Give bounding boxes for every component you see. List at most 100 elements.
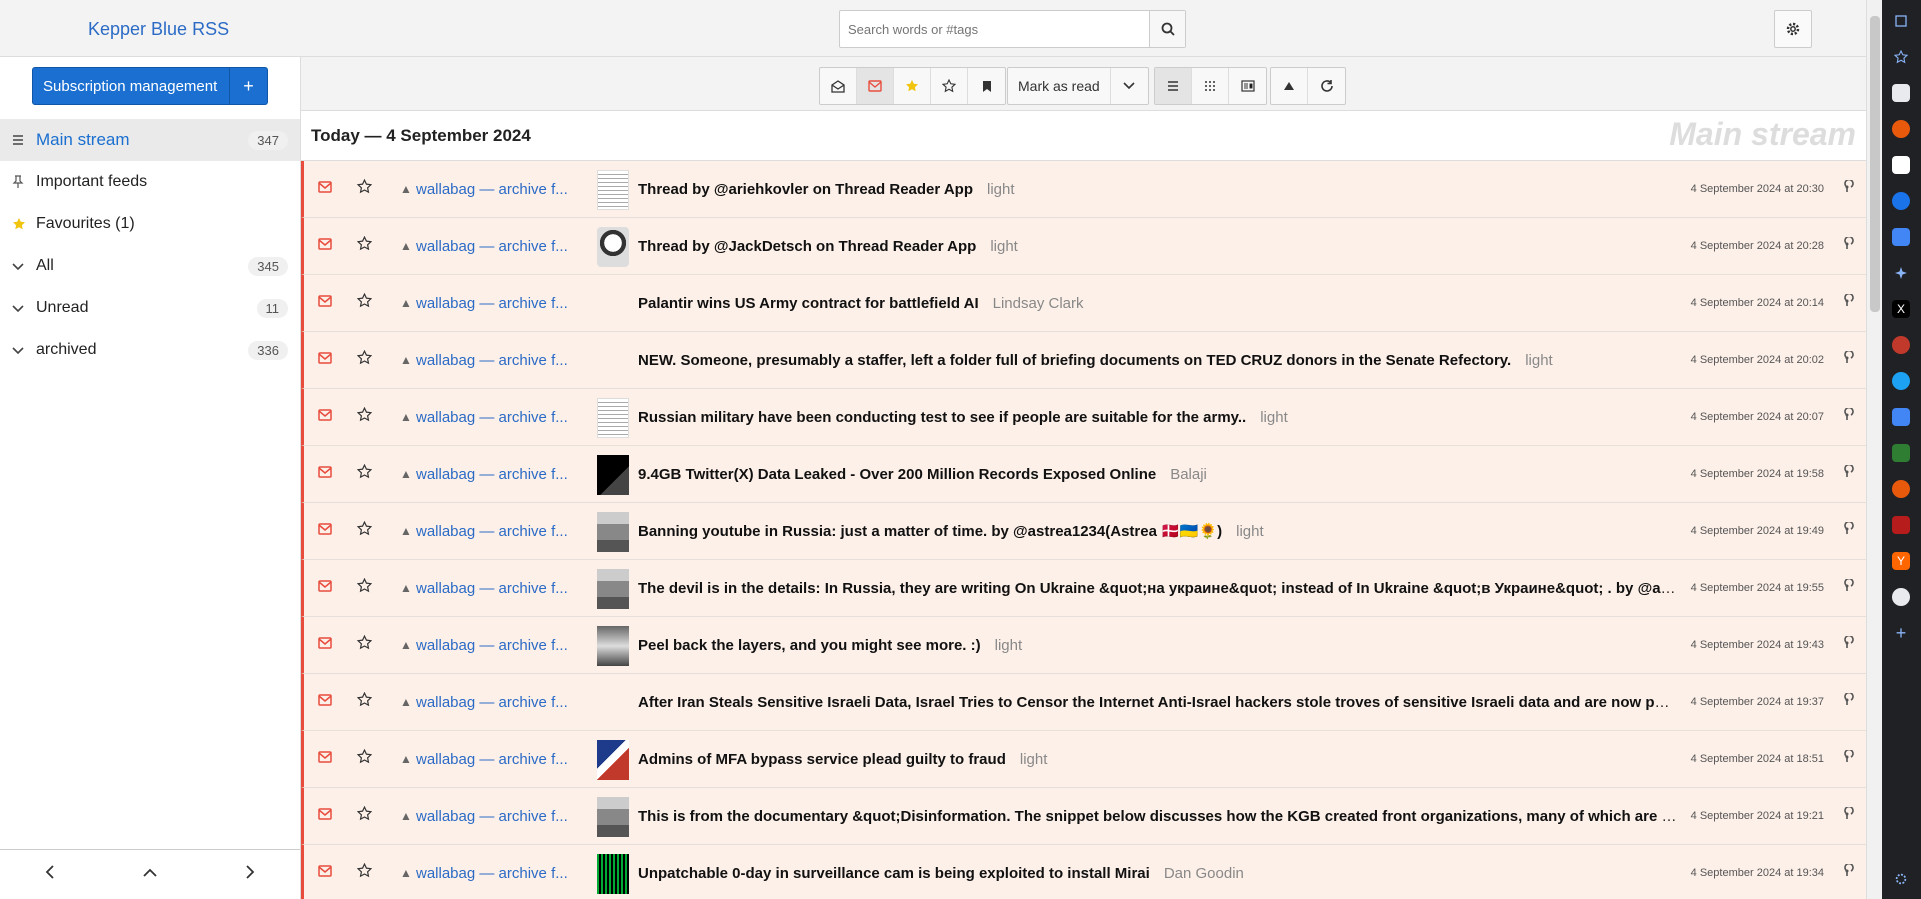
table-row[interactable]: ▲ wallabag — archive f... The devil is i… bbox=[301, 560, 1866, 617]
table-row[interactable]: ▲ wallabag — archive f... Admins of MFA … bbox=[301, 731, 1866, 788]
article-title-link[interactable]: 9.4GB Twitter(X) Data Leaked - Over 200 … bbox=[638, 466, 1678, 483]
share-button[interactable] bbox=[1840, 463, 1854, 484]
article-title-link[interactable]: Admins of MFA bypass service plead guilt… bbox=[638, 751, 1678, 768]
feed-name-link[interactable]: wallabag — archive f... bbox=[416, 808, 568, 825]
hackernews-icon[interactable]: Y bbox=[1892, 552, 1910, 570]
scroll-up-button[interactable] bbox=[1271, 68, 1308, 104]
mark-read-toggle[interactable] bbox=[318, 693, 332, 711]
table-row[interactable]: ▲ wallabag — archive f... Russian milita… bbox=[301, 389, 1866, 446]
favourite-toggle[interactable] bbox=[356, 634, 373, 655]
filter-not-favourites-button[interactable] bbox=[931, 68, 968, 104]
feed-name-link[interactable]: wallabag — archive f... bbox=[416, 751, 568, 768]
search-button[interactable] bbox=[1149, 11, 1185, 47]
feed-name-link[interactable]: wallabag — archive f... bbox=[416, 295, 568, 312]
mark-read-toggle[interactable] bbox=[318, 864, 332, 882]
share-button[interactable] bbox=[1840, 634, 1854, 655]
scrollbar-thumb[interactable] bbox=[1870, 16, 1880, 312]
add-subscription-button[interactable]: + bbox=[229, 68, 267, 104]
article-title-link[interactable]: Banning youtube in Russia: just a matter… bbox=[638, 522, 1678, 540]
app-title[interactable]: Kepper Blue RSS bbox=[88, 19, 229, 40]
mark-read-toggle[interactable] bbox=[318, 750, 332, 768]
mark-read-toggle[interactable] bbox=[318, 408, 332, 426]
x-icon[interactable]: X bbox=[1892, 300, 1910, 318]
share-button[interactable] bbox=[1840, 862, 1854, 883]
favourite-toggle[interactable] bbox=[356, 691, 373, 712]
duckduckgo-icon[interactable] bbox=[1892, 120, 1910, 138]
table-row[interactable]: ▲ wallabag — archive f... Palantir wins … bbox=[301, 275, 1866, 332]
share-button[interactable] bbox=[1840, 349, 1854, 370]
chevron-down-icon[interactable] bbox=[12, 344, 36, 356]
sidebar-item-all[interactable]: All 345 bbox=[0, 245, 300, 287]
sidebar-item-archived[interactable]: archived 336 bbox=[0, 329, 300, 371]
table-row[interactable]: ▲ wallabag — archive f... Thread by @ari… bbox=[301, 161, 1866, 218]
article-title-link[interactable]: This is from the documentary &quot;Disin… bbox=[638, 808, 1678, 825]
duckduckgo-alt-icon[interactable] bbox=[1892, 480, 1910, 498]
share-button[interactable] bbox=[1840, 292, 1854, 313]
search-ext-icon[interactable] bbox=[1892, 84, 1910, 102]
sidebar-item-unread[interactable]: Unread 11 bbox=[0, 287, 300, 329]
previous-article-button[interactable] bbox=[44, 865, 56, 884]
bookmark-star-icon[interactable] bbox=[1892, 48, 1910, 66]
table-row[interactable]: ▲ wallabag — archive f... This is from t… bbox=[301, 788, 1866, 845]
feed-name-link[interactable]: wallabag — archive f... bbox=[416, 865, 568, 882]
favourite-toggle[interactable] bbox=[356, 520, 373, 541]
sidebar-item-main-stream[interactable]: Main stream 347 bbox=[0, 119, 300, 161]
mark-read-toggle[interactable] bbox=[318, 294, 332, 312]
article-title-link[interactable]: NEW. Someone, presumably a staffer, left… bbox=[638, 352, 1678, 369]
mark-read-toggle[interactable] bbox=[318, 807, 332, 825]
table-row[interactable]: ▲ wallabag — archive f... Peel back the … bbox=[301, 617, 1866, 674]
reader-view-button[interactable] bbox=[1229, 68, 1266, 104]
share-button[interactable] bbox=[1840, 691, 1854, 712]
favourite-toggle[interactable] bbox=[356, 235, 373, 256]
favourite-toggle[interactable] bbox=[356, 805, 373, 826]
filter-all-button[interactable] bbox=[820, 68, 857, 104]
feed-name-link[interactable]: wallabag — archive f... bbox=[416, 352, 568, 369]
article-title-link[interactable]: Russian military have been conducting te… bbox=[638, 409, 1678, 426]
share-button[interactable] bbox=[1840, 235, 1854, 256]
scroll-top-button[interactable] bbox=[143, 866, 157, 884]
favourite-toggle[interactable] bbox=[356, 292, 373, 313]
settings-button[interactable] bbox=[1774, 10, 1812, 48]
mark-read-toggle[interactable] bbox=[318, 351, 332, 369]
openai-icon[interactable] bbox=[1892, 588, 1910, 606]
favourite-toggle[interactable] bbox=[356, 463, 373, 484]
favourite-toggle[interactable] bbox=[356, 577, 373, 598]
add-panel-icon[interactable]: + bbox=[1892, 623, 1910, 643]
lightning-icon[interactable] bbox=[1892, 156, 1910, 174]
feed-name-link[interactable]: wallabag — archive f... bbox=[416, 637, 568, 654]
feed-name-link[interactable]: wallabag — archive f... bbox=[416, 238, 568, 255]
mark-read-toggle[interactable] bbox=[318, 579, 332, 597]
sparkle-icon[interactable] bbox=[1892, 264, 1910, 282]
favourite-toggle[interactable] bbox=[356, 178, 373, 199]
share-button[interactable] bbox=[1840, 406, 1854, 427]
next-article-button[interactable] bbox=[244, 865, 256, 884]
table-row[interactable]: ▲ wallabag — archive f... Unpatchable 0-… bbox=[301, 845, 1866, 899]
favourite-toggle[interactable] bbox=[356, 406, 373, 427]
filter-unread-button[interactable] bbox=[857, 68, 894, 104]
chevron-down-icon[interactable] bbox=[12, 260, 36, 272]
vivaldi-icon[interactable] bbox=[1892, 336, 1910, 354]
mark-read-toggle[interactable] bbox=[318, 237, 332, 255]
bluesky-icon[interactable] bbox=[1892, 372, 1910, 390]
favourite-toggle[interactable] bbox=[356, 748, 373, 769]
sidebar-item-favourites[interactable]: Favourites (1) bbox=[0, 203, 300, 245]
feed-name-link[interactable]: wallabag — archive f... bbox=[416, 580, 568, 597]
table-row[interactable]: ▲ wallabag — archive f... Banning youtub… bbox=[301, 503, 1866, 560]
translate-icon[interactable] bbox=[1892, 408, 1910, 426]
article-title-link[interactable]: Thread by @ariehkovler on Thread Reader … bbox=[638, 181, 1678, 198]
chevron-down-icon[interactable] bbox=[12, 302, 36, 314]
share-button[interactable] bbox=[1840, 748, 1854, 769]
article-title-link[interactable]: Palantir wins US Army contract for battl… bbox=[638, 295, 1678, 312]
scrollbar[interactable] bbox=[1866, 0, 1882, 899]
article-title-link[interactable]: The devil is in the details: In Russia, … bbox=[638, 579, 1678, 597]
cube-icon[interactable] bbox=[1892, 444, 1910, 462]
normal-view-button[interactable] bbox=[1155, 68, 1192, 104]
share-button[interactable] bbox=[1840, 178, 1854, 199]
feed-name-link[interactable]: wallabag — archive f... bbox=[416, 523, 568, 540]
article-title-link[interactable]: Thread by @JackDetsch on Thread Reader A… bbox=[638, 238, 1678, 255]
search-input[interactable] bbox=[840, 11, 1149, 47]
filter-bookmark-button[interactable] bbox=[968, 68, 1005, 104]
filter-favourites-button[interactable] bbox=[894, 68, 931, 104]
feed-name-link[interactable]: wallabag — archive f... bbox=[416, 694, 568, 711]
share-button[interactable] bbox=[1840, 577, 1854, 598]
